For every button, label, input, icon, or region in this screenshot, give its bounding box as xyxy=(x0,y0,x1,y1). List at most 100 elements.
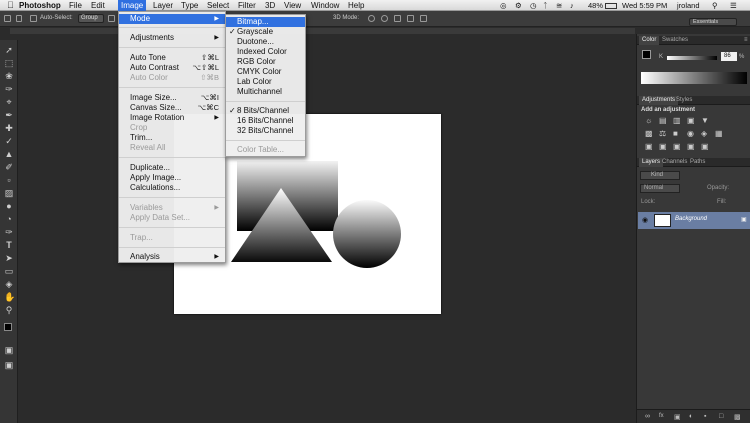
brush-tool-icon[interactable]: ✓ xyxy=(4,136,14,146)
crop-tool-icon[interactable]: ⌖ xyxy=(4,97,14,107)
battery-percent[interactable]: 48% xyxy=(588,0,603,11)
new-group-icon[interactable]: ▪ xyxy=(704,413,706,420)
history-brush-tool-icon[interactable]: ✐ xyxy=(4,162,14,172)
curves-icon[interactable]: ▥ xyxy=(673,116,681,125)
channel-mixer-icon[interactable]: ◈ xyxy=(701,129,707,138)
layer-row-background[interactable]: ◉ Background ▣ xyxy=(638,212,750,229)
workspace-switcher[interactable]: Essentials xyxy=(689,18,737,26)
clone-stamp-tool-icon[interactable]: ▲ xyxy=(4,149,14,159)
menu-item-bitmap[interactable]: Bitmap... xyxy=(226,17,305,27)
healing-brush-tool-icon[interactable]: ✚ xyxy=(4,123,14,133)
exposure-icon[interactable]: ▣ xyxy=(687,116,695,125)
menu-item-image-rotation[interactable]: Image Rotation ▶ xyxy=(119,113,225,123)
menu-item-indexed-color[interactable]: Indexed Color xyxy=(226,47,305,57)
3d-slide-icon[interactable] xyxy=(407,15,414,22)
new-adjustment-icon[interactable]: ◐ xyxy=(689,413,693,420)
menu-filter[interactable]: Filter xyxy=(235,0,259,11)
tab-styles[interactable]: Styles xyxy=(673,96,695,105)
path-selection-tool-icon[interactable]: ➤ xyxy=(4,253,14,263)
menu-item-multichannel[interactable]: Multichannel xyxy=(226,87,305,97)
document-tab-strip[interactable] xyxy=(10,28,635,34)
hand-tool-icon[interactable]: ✋ xyxy=(4,292,15,302)
menu-item-auto-contrast[interactable]: Auto Contrast ⌥⇧⌘L xyxy=(119,63,225,73)
color-lookup-icon[interactable]: ▦ xyxy=(715,129,723,138)
blur-tool-icon[interactable]: ● xyxy=(4,201,14,211)
delete-layer-icon[interactable]: ▩ xyxy=(734,413,741,421)
notification-center-icon[interactable]: ☰ xyxy=(730,0,737,11)
menu-file[interactable]: File xyxy=(66,0,85,11)
photo-filter-icon[interactable]: ◉ xyxy=(687,129,694,138)
menu-edit[interactable]: Edit xyxy=(88,0,108,11)
add-mask-icon[interactable]: ▣ xyxy=(674,413,681,421)
menu-layer[interactable]: Layer xyxy=(150,0,176,11)
threshold-icon[interactable]: ▣ xyxy=(673,142,681,151)
menu-item-mode[interactable]: Mode ▶ xyxy=(119,14,225,24)
tab-swatches[interactable]: Swatches xyxy=(659,36,691,45)
3d-tool-icon[interactable]: ◈ xyxy=(4,279,14,289)
auto-select-dropdown[interactable]: Group xyxy=(78,14,104,23)
invert-icon[interactable]: ▣ xyxy=(645,142,653,151)
3d-drag-icon[interactable] xyxy=(394,15,401,22)
auto-select-checkbox[interactable] xyxy=(30,15,37,22)
menu-help[interactable]: Help xyxy=(345,0,367,11)
menu-item-calculations[interactable]: Calculations... xyxy=(119,183,225,193)
menu-item-cmyk-color[interactable]: CMYK Color xyxy=(226,67,305,77)
menu-image[interactable]: Image xyxy=(118,0,147,11)
3d-scale-icon[interactable] xyxy=(420,15,427,22)
layer-name[interactable]: Background xyxy=(675,216,707,222)
menu-item-32-bits[interactable]: 32 Bits/Channel xyxy=(226,126,305,136)
menu-type[interactable]: Type xyxy=(178,0,201,11)
selective-color-icon[interactable]: ▣ xyxy=(687,142,695,151)
panel-menu-icon[interactable]: ≡ xyxy=(741,36,750,45)
apple-menu-icon[interactable]:  xyxy=(4,0,17,11)
menu-item-lab-color[interactable]: Lab Color xyxy=(226,77,305,87)
black-white-icon[interactable]: ■ xyxy=(673,129,678,138)
status-icon-3[interactable]: ◷ xyxy=(530,0,537,11)
volume-icon[interactable]: ♪ xyxy=(570,0,574,11)
brightness-icon[interactable]: ☼ xyxy=(645,116,652,125)
move-tool-preset-icon[interactable] xyxy=(4,15,11,22)
gray-value-field[interactable]: 86 xyxy=(721,52,737,61)
link-layers-icon[interactable]: ∞ xyxy=(645,413,650,420)
marquee-tool-icon[interactable]: ⬚ xyxy=(4,58,14,68)
gray-slider[interactable] xyxy=(667,56,717,60)
color-balance-icon[interactable]: ⚖ xyxy=(659,129,666,138)
pen-tool-icon[interactable]: ✑ xyxy=(4,227,14,237)
quick-mask-icon[interactable]: ▣ xyxy=(4,345,14,355)
menu-item-auto-tone[interactable]: Auto Tone ⇧⌘L xyxy=(119,53,225,63)
posterize-icon[interactable]: ▣ xyxy=(659,142,667,151)
menu-item-16-bits[interactable]: 16 Bits/Channel xyxy=(226,116,305,126)
eraser-tool-icon[interactable]: ▫ xyxy=(4,175,14,185)
hue-sat-icon[interactable]: ▩ xyxy=(645,129,653,138)
shape-tool-icon[interactable]: ▭ xyxy=(4,266,14,276)
tab-channels[interactable]: Channels xyxy=(659,158,690,167)
wifi-icon[interactable]: ≊ xyxy=(556,0,562,11)
layer-visibility-eye-icon[interactable]: ◉ xyxy=(642,216,648,224)
battery-icon[interactable] xyxy=(605,3,617,9)
new-layer-icon[interactable]: □ xyxy=(719,413,723,420)
tab-paths[interactable]: Paths xyxy=(687,158,708,167)
menu-window[interactable]: Window xyxy=(308,0,342,11)
menu-select[interactable]: Select xyxy=(204,0,232,11)
show-transform-checkbox[interactable] xyxy=(108,15,115,22)
color-foreground-swatch[interactable] xyxy=(642,50,651,59)
dodge-tool-icon[interactable]: ◔ xyxy=(4,214,14,224)
menu-item-trim[interactable]: Trim... xyxy=(119,133,225,143)
vibrance-icon[interactable]: ▼ xyxy=(701,116,709,125)
menu-item-grayscale[interactable]: ✓ Grayscale xyxy=(226,27,305,37)
menu-item-analysis[interactable]: Analysis ▶ xyxy=(119,252,225,262)
menu-item-rgb-color[interactable]: RGB Color xyxy=(226,57,305,67)
layer-filter-kind[interactable]: Kind xyxy=(640,171,680,180)
menu-item-8-bits[interactable]: ✓ 8 Bits/Channel xyxy=(226,106,305,116)
preset-chevron-icon[interactable] xyxy=(16,15,22,22)
menu-item-apply-image[interactable]: Apply Image... xyxy=(119,173,225,183)
menubar-user[interactable]: jroland xyxy=(677,0,700,11)
zoom-tool-icon[interactable]: ⚲ xyxy=(4,305,14,315)
lasso-tool-icon[interactable]: ❀ xyxy=(4,71,14,81)
tab-color[interactable]: Color xyxy=(639,36,660,45)
spotlight-icon[interactable]: ⚲ xyxy=(712,0,718,11)
layer-style-icon[interactable]: fx xyxy=(659,413,664,419)
gradient-tool-icon[interactable]: ▨ xyxy=(4,188,14,198)
menu-item-image-size[interactable]: Image Size... ⌥⌘I xyxy=(119,93,225,103)
gradient-map-icon[interactable]: ▣ xyxy=(701,142,709,151)
